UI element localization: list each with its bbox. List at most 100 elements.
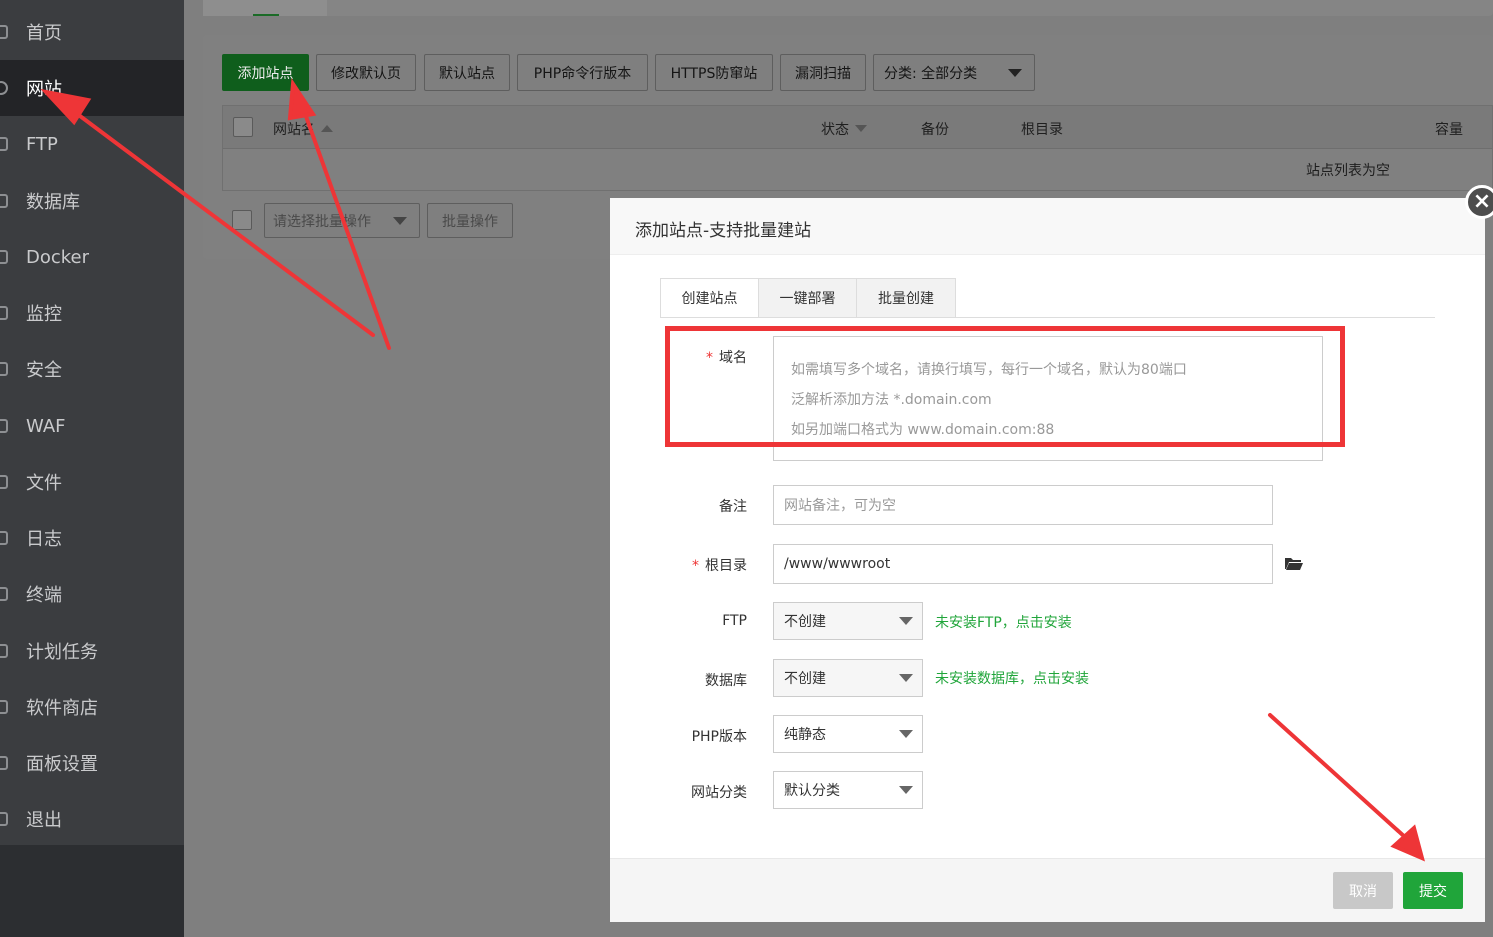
sidebar-item-settings[interactable]: 面板设置 [0,735,184,791]
batch-select-checkbox[interactable] [232,210,252,230]
sidebar-item-cron[interactable]: 计划任务 [0,623,184,679]
logout-icon [0,812,8,826]
php-version-label: PHP版本 [691,729,747,745]
sidebar-item-label: FTP [26,133,58,155]
folder-open-icon[interactable] [1284,555,1304,571]
sidebar-item-label: 计划任务 [26,642,98,663]
php-cli-version-button[interactable]: PHP命令行版本 [517,54,648,91]
chevron-down-icon [393,217,407,225]
sidebar-item-ftp[interactable]: FTP [0,116,184,172]
root-dir-label: * 根目录 [692,558,747,574]
tab-create-site[interactable]: 创建站点 [660,278,759,318]
log-icon [0,531,8,545]
table-header: 网站名 状态 备份 根目录 容量 [223,106,1492,149]
sidebar-item-label: 文件 [26,473,62,494]
dialog-title: 添加站点-支持批量建站 [635,221,812,241]
close-icon[interactable]: × [1465,185,1493,219]
shield-icon [0,362,8,376]
column-header-capacity: 容量 [1435,122,1463,138]
column-header-backup: 备份 [921,122,949,138]
sidebar-item-logout[interactable]: 退出 [0,791,184,847]
column-header-name[interactable]: 网站名 [273,119,333,139]
select-all-checkbox[interactable] [233,117,253,137]
sidebar-item-label: Docker [26,246,90,268]
remark-label: 备注 [719,499,747,515]
batch-operation-button[interactable]: 批量操作 [427,203,513,238]
sidebar-item-label: 终端 [26,585,62,606]
sidebar-item-label: 首页 [26,23,62,44]
site-category-label: 网站分类 [691,785,747,801]
globe-icon [0,81,8,95]
monitor-icon [0,306,8,320]
submit-button[interactable]: 提交 [1403,872,1463,909]
docker-icon [0,250,8,264]
sidebar-item-docker[interactable]: Docker [0,229,184,285]
default-site-button[interactable]: 默认站点 [424,54,510,91]
cancel-button[interactable]: 取消 [1333,872,1393,909]
https-anti-tamper-button[interactable]: HTTPS防窜站 [655,54,773,91]
site-category-select[interactable]: 默认分类 [773,771,923,809]
empty-table-text: 站点列表为空 [1306,163,1390,179]
tab-one-click-deploy[interactable]: 一键部署 [758,278,857,318]
sidebar-item-files[interactable]: 文件 [0,454,184,510]
sidebar-item-security[interactable]: 安全 [0,341,184,397]
ftp-label: FTP [722,613,747,629]
folder-icon [0,475,8,489]
php-version-select[interactable]: 纯静态 [773,715,923,753]
install-database-link[interactable]: 未安装数据库，点击安装 [935,668,1089,688]
sidebar-item-database[interactable]: 数据库 [0,173,184,229]
chevron-down-icon [1008,69,1022,77]
sidebar-item-label: 监控 [26,304,62,325]
install-ftp-link[interactable]: 未安装FTP，点击安装 [935,612,1072,632]
tab-divider [660,317,1435,318]
sidebar-item-terminal[interactable]: 终端 [0,566,184,622]
sidebar-item-label: 日志 [26,529,62,550]
remark-input[interactable]: 网站备注，可为空 [773,485,1273,525]
add-site-button[interactable]: 添加站点 [222,54,309,91]
column-header-root: 根目录 [1021,122,1063,138]
ftp-icon [0,137,8,151]
chevron-down-icon [899,730,913,738]
home-icon [0,25,8,39]
ftp-select[interactable]: 不创建 [773,602,923,640]
chevron-down-icon [899,786,913,794]
category-filter-value: 分类: 全部分类 [884,65,978,82]
sidebar-item-website[interactable]: 网站 [0,60,184,116]
sidebar: 首页 网站 FTP 数据库 Docker 监控 安全 WAF 文件 日志 终端 … [0,0,184,937]
sidebar-item-label: 数据库 [26,192,80,213]
sidebar-item-monitor[interactable]: 监控 [0,285,184,341]
category-filter-select[interactable]: 分类: 全部分类 [873,54,1035,91]
waf-icon [0,419,8,433]
column-header-status[interactable]: 状态 [821,119,867,139]
settings-icon [0,756,8,770]
vuln-scan-button[interactable]: 漏洞扫描 [780,54,866,91]
terminal-icon [0,587,8,601]
sidebar-item-home[interactable]: 首页 [0,4,184,60]
top-tab-card [203,0,1493,16]
sort-asc-icon [321,125,333,132]
sidebar-item-logs[interactable]: 日志 [0,510,184,566]
database-icon [0,194,8,208]
root-dir-input[interactable]: /www/wwwroot [773,544,1273,584]
tab-batch-create[interactable]: 批量创建 [856,278,956,318]
required-mark: * [692,558,699,574]
sidebar-item-label: 网站 [26,79,62,100]
chevron-down-icon [899,674,913,682]
active-tab-indicator [203,0,327,16]
sort-desc-icon [855,125,867,132]
sidebar-item-label: 退出 [26,810,62,831]
chevron-down-icon [899,617,913,625]
sidebar-item-label: 安全 [26,360,62,381]
store-icon [0,700,8,714]
sidebar-item-waf[interactable]: WAF [0,398,184,454]
edit-default-page-button[interactable]: 修改默认页 [316,54,416,91]
batch-operation-select[interactable]: 请选择批量操作 [264,203,420,238]
calendar-icon [0,644,8,658]
annotation-highlight-box [665,326,1345,447]
dialog-header: 添加站点-支持批量建站 [610,198,1485,255]
sidebar-item-label: 软件商店 [26,698,98,719]
site-table: 网站名 状态 备份 根目录 容量 站点列表为空 [222,105,1493,191]
sidebar-item-label: WAF [26,415,66,437]
database-select[interactable]: 不创建 [773,659,923,697]
sidebar-item-store[interactable]: 软件商店 [0,679,184,735]
